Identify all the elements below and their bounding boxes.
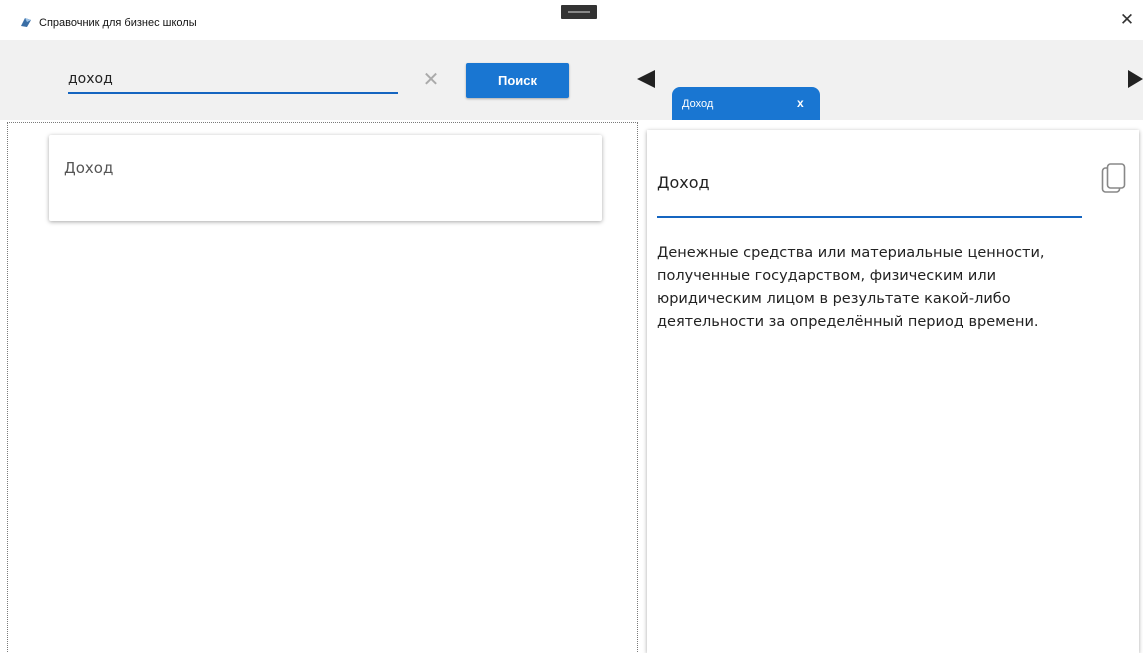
search-input[interactable]	[68, 66, 398, 94]
results-panel: Доход	[7, 122, 638, 653]
tab-label: Доход	[682, 98, 714, 110]
tab-dokhod[interactable]: Доход x	[672, 87, 820, 120]
article-panel: Доход Денежные средства или материальные…	[647, 130, 1139, 653]
app-logo-icon	[21, 18, 31, 27]
article-title: Доход	[657, 173, 710, 192]
drag-handle[interactable]	[561, 5, 597, 19]
close-window-button[interactable]: ✕	[1117, 10, 1137, 30]
arrow-left-icon[interactable]	[637, 70, 655, 88]
article-body: Денежные средства или материальные ценно…	[657, 245, 1045, 330]
search-button[interactable]: Поиск	[466, 63, 569, 98]
clear-search-button[interactable]: ✕	[421, 69, 441, 89]
tab-close-button[interactable]: x	[797, 96, 804, 110]
copy-icon[interactable]	[1101, 163, 1127, 195]
arrow-right-icon[interactable]	[1128, 70, 1143, 88]
result-title: Доход	[64, 159, 114, 177]
title-bar: Справочник для бизнес школы ✕	[0, 0, 1143, 40]
result-card[interactable]: Доход	[49, 135, 602, 221]
window-title: Справочник для бизнес школы	[39, 17, 197, 29]
title-divider	[657, 216, 1082, 218]
app-window: Справочник для бизнес школы ✕ ✕ Поиск До…	[0, 0, 1143, 653]
